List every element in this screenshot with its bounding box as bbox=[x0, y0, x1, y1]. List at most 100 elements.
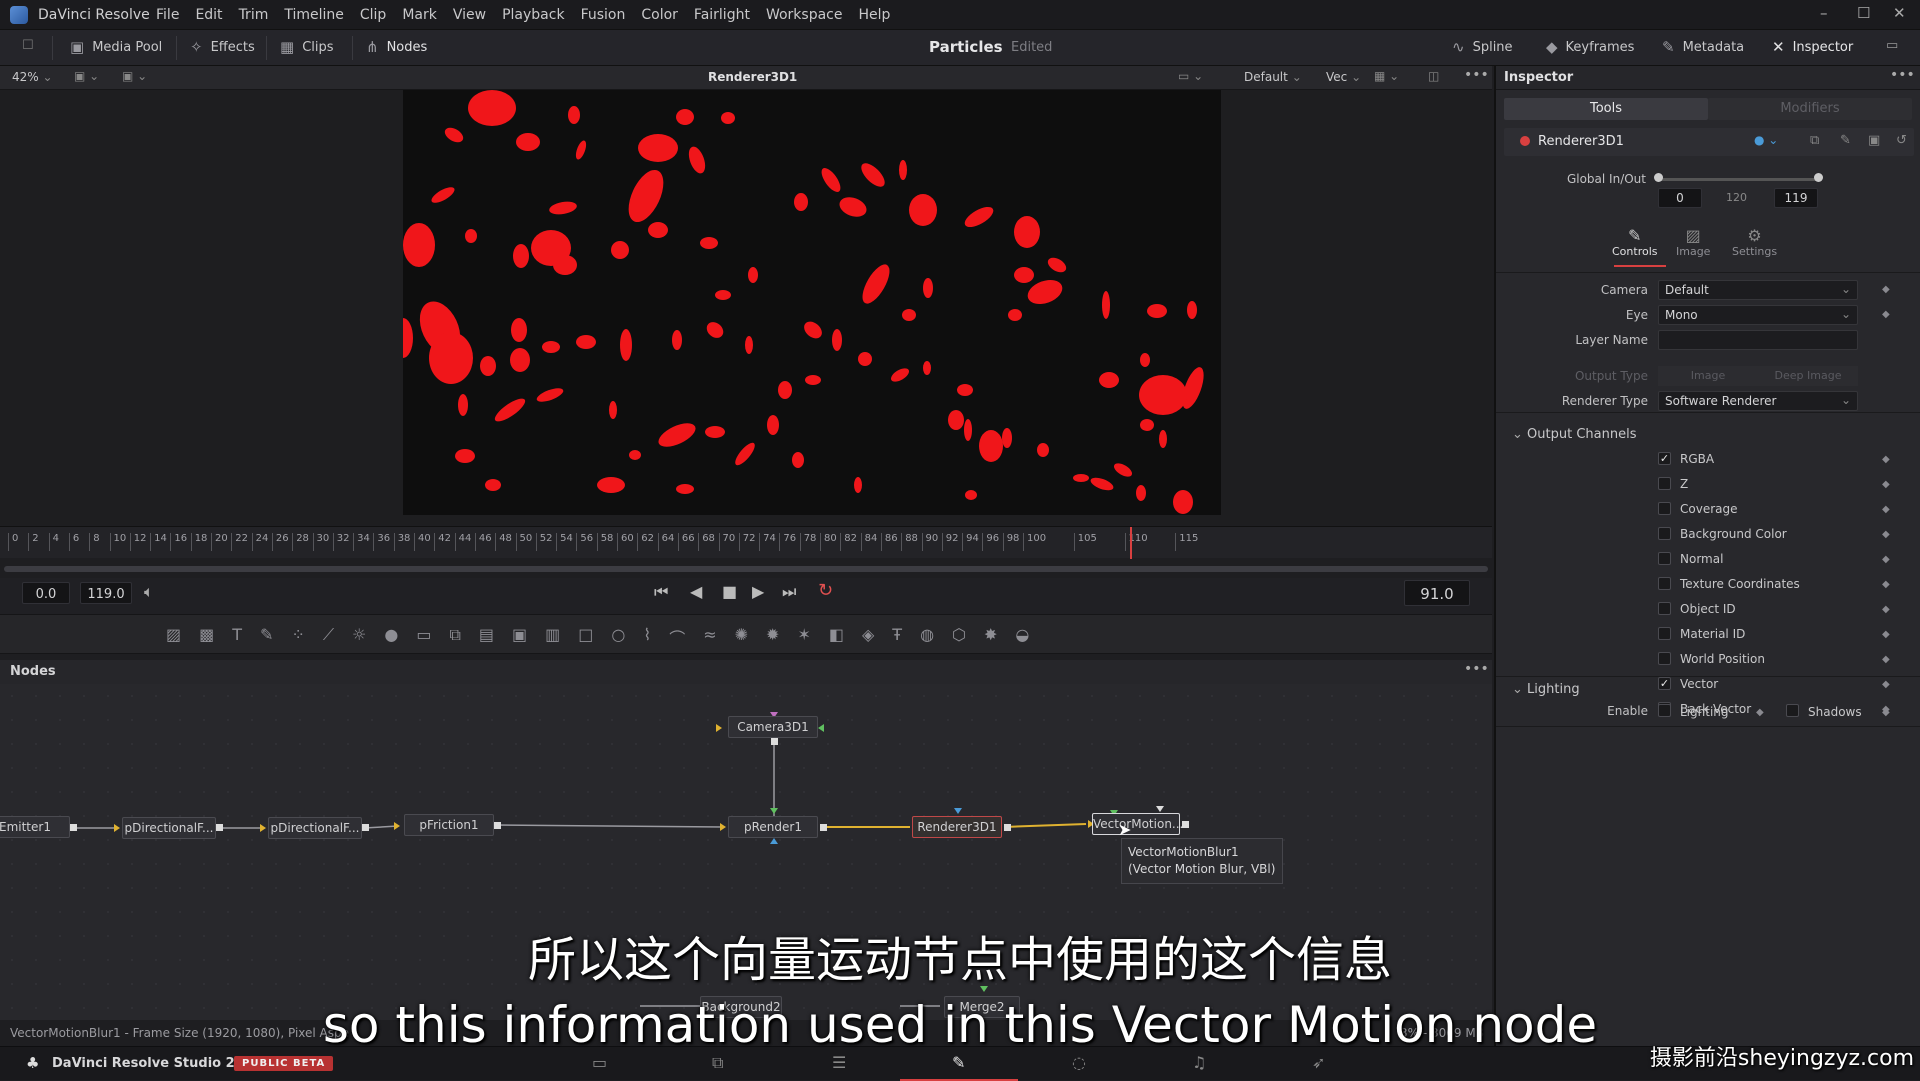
channel-keyframe-icon[interactable]: ◆ bbox=[1882, 604, 1890, 615]
media-page-icon[interactable]: ▭ bbox=[592, 1053, 607, 1072]
channel-checkbox[interactable]: ✓ bbox=[1658, 452, 1671, 465]
output-deep-image-button[interactable]: Deep Image bbox=[1758, 366, 1858, 386]
merge-tool-icon[interactable]: ⧉ bbox=[449, 625, 460, 649]
step-back-icon[interactable]: ◀ bbox=[690, 582, 702, 601]
channel-tool-icon[interactable]: ▥ bbox=[545, 625, 560, 649]
tool-color-dot[interactable] bbox=[1520, 136, 1530, 146]
channel-checkbox[interactable] bbox=[1658, 577, 1671, 590]
go-to-end-icon[interactable]: ⏭ bbox=[782, 582, 796, 602]
camera3d-icon[interactable]: ◍ bbox=[920, 625, 934, 649]
inspector-more-icon[interactable]: ••• bbox=[1890, 67, 1915, 83]
renderer-type-dropdown[interactable]: Software Renderer ⌄ bbox=[1658, 391, 1858, 411]
panel-toggle-icon[interactable]: ☐ bbox=[22, 38, 34, 53]
polygon-mask-icon[interactable]: ⌇ bbox=[643, 625, 651, 649]
menu-playback[interactable]: Playback bbox=[494, 7, 572, 23]
node-pdirectional-1[interactable]: pDirectionalF... bbox=[122, 817, 216, 839]
channel-checkbox[interactable] bbox=[1658, 652, 1671, 665]
brightness-tool-icon[interactable]: ☼ bbox=[352, 625, 366, 649]
output-channels-section[interactable]: ⌄ Output Channels bbox=[1512, 427, 1636, 442]
nodes-more-icon[interactable]: ••• bbox=[1464, 661, 1489, 677]
camera-keyframe-icon[interactable]: ◆ bbox=[1882, 284, 1890, 295]
particle-emitter-icon[interactable]: ⁘ bbox=[291, 625, 304, 649]
lighting-checkbox[interactable] bbox=[1658, 704, 1671, 717]
curves-tool-icon[interactable]: ⟋ bbox=[323, 625, 334, 649]
lut-dropdown[interactable]: Default ⌄ bbox=[1244, 70, 1302, 84]
rectangle-mask-icon[interactable]: □ bbox=[578, 625, 593, 649]
viewer-more-icon[interactable]: ••• bbox=[1464, 67, 1489, 83]
eye-keyframe-icon[interactable]: ◆ bbox=[1882, 309, 1890, 320]
camera-dropdown[interactable]: Default ⌄ bbox=[1658, 280, 1858, 300]
color-tool-icon[interactable]: ● bbox=[384, 625, 398, 649]
channel-keyframe-icon[interactable]: ◆ bbox=[1882, 454, 1890, 465]
inspector-button[interactable]: ✕ Inspector bbox=[1772, 38, 1853, 56]
effects-button[interactable]: ✧ Effects bbox=[190, 38, 255, 56]
menu-mark[interactable]: Mark bbox=[394, 7, 445, 23]
layer-name-field[interactable] bbox=[1658, 330, 1858, 350]
playhead[interactable] bbox=[1130, 527, 1132, 559]
reset-icon[interactable]: ↺ bbox=[1896, 133, 1907, 148]
loader-tool-icon[interactable]: ▩ bbox=[199, 625, 214, 649]
minimize-icon[interactable]: – bbox=[1820, 4, 1828, 22]
text3d-icon[interactable]: Ŧ bbox=[892, 625, 902, 649]
channel-keyframe-icon[interactable]: ◆ bbox=[1882, 504, 1890, 515]
split-view-icon[interactable]: ◫ bbox=[1428, 69, 1439, 83]
bspline-mask-icon[interactable]: ⌒ bbox=[669, 625, 685, 649]
menu-workspace[interactable]: Workspace bbox=[758, 7, 851, 23]
shape3d-icon[interactable]: ◧ bbox=[829, 625, 844, 649]
close-icon[interactable]: ✕ bbox=[1893, 4, 1906, 22]
lighting-keyframe-icon[interactable]: ◆ bbox=[1756, 707, 1764, 718]
node-renderer3d[interactable]: Renderer3D1 bbox=[912, 816, 1002, 838]
fit-icon[interactable]: ▣ ⌄ bbox=[74, 69, 99, 83]
merge3d-icon[interactable]: ◈ bbox=[862, 625, 874, 649]
node-camera3d[interactable]: Camera3D1 bbox=[728, 716, 818, 738]
render-canvas[interactable] bbox=[403, 90, 1221, 515]
clips-button[interactable]: ▦ Clips bbox=[280, 38, 334, 56]
controls-subtab[interactable]: ✎ Controls bbox=[1612, 226, 1658, 258]
channel-keyframe-icon[interactable]: ◆ bbox=[1882, 629, 1890, 640]
view-options-icon[interactable]: ▣ ⌄ bbox=[122, 69, 147, 83]
node-vectormotionblur[interactable]: VectorMotion... bbox=[1092, 813, 1183, 835]
tab-tools[interactable]: Tools bbox=[1504, 98, 1708, 120]
shadows-keyframe-icon[interactable]: ◆ bbox=[1882, 707, 1890, 718]
audio-icon[interactable]: 🔈︎ bbox=[144, 582, 154, 602]
channel-keyframe-icon[interactable]: ◆ bbox=[1882, 529, 1890, 540]
light-icon[interactable]: ✸ bbox=[984, 625, 997, 649]
prender-icon[interactable]: ✹ bbox=[766, 625, 779, 649]
channel-keyframe-icon[interactable]: ◆ bbox=[1882, 554, 1890, 565]
scrub-bar[interactable] bbox=[4, 566, 1488, 572]
pemitter-icon[interactable]: ✺ bbox=[735, 625, 748, 649]
metadata-button[interactable]: ✎ Metadata bbox=[1662, 38, 1744, 56]
pin-icon[interactable]: ✎ bbox=[1840, 133, 1851, 148]
fairlight-page-icon[interactable]: ♫ bbox=[1192, 1053, 1206, 1072]
stop-icon[interactable]: ■ bbox=[722, 582, 737, 601]
menu-help[interactable]: Help bbox=[850, 7, 898, 23]
channel-checkbox[interactable] bbox=[1658, 477, 1671, 490]
edit-page-icon[interactable]: ☰ bbox=[832, 1053, 846, 1072]
shadows-checkbox[interactable] bbox=[1786, 704, 1799, 717]
channel-checkbox[interactable] bbox=[1658, 527, 1671, 540]
global-out-field[interactable]: 119 bbox=[1774, 188, 1818, 208]
menu-view[interactable]: View bbox=[445, 7, 494, 23]
menu-color[interactable]: Color bbox=[633, 7, 686, 23]
channel-checkbox[interactable]: ✓ bbox=[1658, 677, 1671, 690]
settings-subtab[interactable]: ⚙ Settings bbox=[1732, 226, 1777, 258]
loop-icon[interactable]: ↻ bbox=[818, 580, 833, 601]
channel-keyframe-icon[interactable]: ◆ bbox=[1882, 654, 1890, 665]
node-pdirectional-2[interactable]: pDirectionalF... bbox=[268, 817, 362, 839]
menu-fairlight[interactable]: Fairlight bbox=[686, 7, 758, 23]
lighting-section[interactable]: ⌄ Lighting bbox=[1512, 682, 1580, 697]
cut-page-icon[interactable]: ⧉ bbox=[712, 1053, 723, 1073]
global-in-handle[interactable] bbox=[1654, 173, 1663, 182]
menu-trim[interactable]: Trim bbox=[231, 7, 277, 23]
menu-file[interactable]: File bbox=[148, 7, 187, 23]
background-tool-icon[interactable]: ▨ bbox=[166, 625, 181, 649]
global-inout-slider[interactable] bbox=[1658, 178, 1818, 181]
node-prender[interactable]: pRender1 bbox=[728, 816, 818, 838]
keyframes-button[interactable]: ◆ Keyframes bbox=[1546, 38, 1634, 56]
play-icon[interactable]: ▶ bbox=[752, 582, 764, 601]
blur-tool-icon[interactable]: ▭ bbox=[416, 625, 431, 649]
zoom-dropdown[interactable]: 42% ⌄ bbox=[12, 70, 53, 84]
transform-tool-icon[interactable]: ▤ bbox=[479, 625, 494, 649]
node-emitter[interactable]: Emitter1 bbox=[0, 816, 70, 838]
channel-keyframe-icon[interactable]: ◆ bbox=[1882, 579, 1890, 590]
